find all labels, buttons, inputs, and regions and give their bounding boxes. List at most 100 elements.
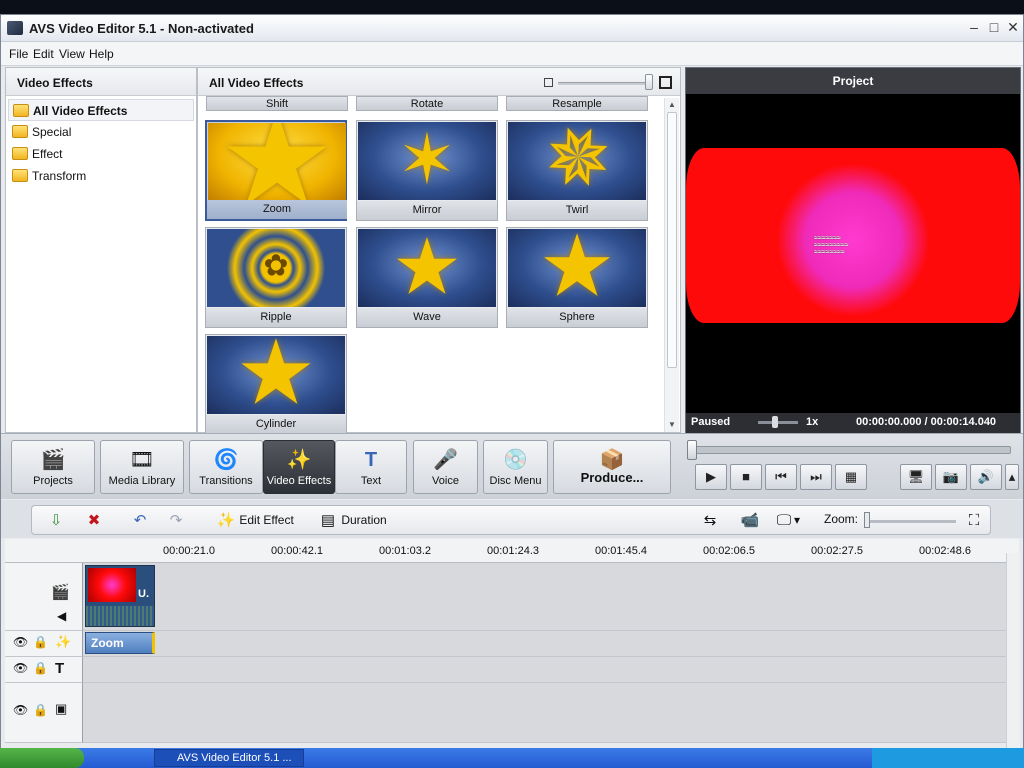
- effect-tile-shift[interactable]: Shift: [206, 96, 348, 111]
- overlay-track[interactable]: [83, 683, 1007, 743]
- redo-button[interactable]: ↷: [166, 512, 186, 532]
- visibility-eye-icon[interactable]: 👁: [13, 661, 28, 675]
- folder-icon: [12, 147, 28, 160]
- display-mode-dropdown[interactable]: 🖵 ▾: [774, 512, 800, 532]
- clip-audio-waveform: [86, 606, 154, 626]
- menu-edit[interactable]: Edit: [33, 47, 54, 61]
- video-track[interactable]: [83, 563, 1007, 631]
- previous-frame-button[interactable]: ⏮: [765, 464, 797, 490]
- media-library-button[interactable]: 🎞 Media Library: [100, 440, 184, 494]
- effects-track[interactable]: [83, 631, 1007, 657]
- maximize-button[interactable]: □: [987, 20, 1001, 34]
- thumbnail-size-slider[interactable]: [558, 82, 650, 85]
- volume-button[interactable]: 🔊: [970, 464, 1002, 490]
- lock-icon[interactable]: 🔒: [33, 635, 48, 649]
- close-button[interactable]: ✕: [1006, 20, 1020, 34]
- thumbnail-size-handle[interactable]: [645, 74, 653, 90]
- edit-effect-button[interactable]: ✨ Edit Effect: [216, 512, 294, 532]
- large-thumbnail-icon[interactable]: [659, 76, 672, 89]
- tree-item-transform[interactable]: Transform: [8, 165, 194, 187]
- tree-header: Video Effects: [6, 68, 196, 96]
- produce-icon: 📦: [599, 449, 625, 471]
- menu-help[interactable]: Help: [89, 47, 114, 61]
- voice-button[interactable]: 🎤 Voice: [413, 440, 478, 494]
- star-icon: ★: [218, 123, 336, 201]
- lock-icon[interactable]: 🔒: [33, 661, 48, 675]
- fit-timeline-button[interactable]: ⛶: [964, 512, 984, 532]
- effect-tile-resample[interactable]: Resample: [506, 96, 648, 111]
- scroll-up-icon[interactable]: ▲: [668, 100, 676, 109]
- effect-tile-ripple[interactable]: ✿ Ripple: [205, 227, 347, 328]
- audio-mute-icon[interactable]: ◀: [57, 609, 66, 623]
- duration-button[interactable]: ▤ Duration: [318, 512, 387, 532]
- delete-button[interactable]: ✖: [84, 512, 104, 532]
- scroll-thumb[interactable]: [667, 112, 677, 368]
- move-down-button[interactable]: ⇩: [46, 512, 66, 532]
- twirl-thumbnail: ✵: [508, 122, 646, 200]
- visibility-eye-icon[interactable]: 👁: [13, 635, 28, 649]
- produce-button[interactable]: 📦 Produce...: [553, 440, 671, 494]
- speed-slider-handle[interactable]: [772, 416, 778, 428]
- cylinder-thumbnail: ★: [207, 336, 345, 414]
- clip-label: U.: [138, 588, 149, 600]
- play-button[interactable]: ▶: [695, 464, 727, 490]
- scroll-down-icon[interactable]: ▼: [668, 420, 676, 429]
- projects-button[interactable]: 🎬 Projects: [11, 440, 95, 494]
- tree-item-special[interactable]: Special: [8, 121, 194, 143]
- transitions-button[interactable]: 🌀 Transitions: [189, 440, 263, 494]
- video-clip[interactable]: U.: [85, 565, 155, 627]
- next-frame-button[interactable]: ⏭: [800, 464, 832, 490]
- start-button[interactable]: [0, 748, 84, 768]
- video-effects-button[interactable]: ✨ Video Effects: [263, 440, 335, 494]
- effects-scrollbar[interactable]: ▲ ▼: [664, 98, 679, 432]
- undo-button[interactable]: ↶: [130, 512, 150, 532]
- sphere-thumbnail: ★: [508, 229, 646, 307]
- zoom-slider-handle[interactable]: [864, 512, 870, 528]
- storyboard-toggle[interactable]: ⇆: [700, 512, 720, 532]
- effect-label: Cylinder: [206, 415, 346, 434]
- edit-effect-icon: ✨: [216, 512, 236, 529]
- effect-tile-zoom[interactable]: ★ Zoom: [205, 120, 347, 221]
- folder-icon: [12, 169, 28, 182]
- taskbar-item-avs[interactable]: AVS Video Editor 5.1 ...: [154, 749, 304, 767]
- mirror-thumbnail: ✶: [358, 122, 496, 200]
- visibility-eye-icon[interactable]: 👁: [13, 703, 28, 717]
- ripple-thumbnail: ✿: [207, 229, 345, 307]
- star-wand-icon: ✨: [286, 449, 312, 471]
- zoom-slider[interactable]: [864, 520, 956, 523]
- text-track-icon: T: [55, 660, 65, 677]
- tree-item-effect[interactable]: Effect: [8, 143, 194, 165]
- tree-item-all-video-effects[interactable]: All Video Effects: [8, 99, 194, 121]
- text-t-icon: T: [364, 449, 378, 471]
- menu-file[interactable]: File: [9, 47, 28, 61]
- seek-handle[interactable]: [687, 440, 697, 460]
- capture-button[interactable]: 📹: [740, 512, 760, 532]
- snapshot-button[interactable]: 📷: [935, 464, 967, 490]
- more-arrow-button[interactable]: ▴: [1005, 464, 1019, 490]
- speed-slider[interactable]: [758, 421, 798, 424]
- disc-menu-button[interactable]: 💿 Disc Menu: [483, 440, 548, 494]
- text-button[interactable]: T Text: [335, 440, 407, 494]
- menu-view[interactable]: View: [59, 47, 85, 61]
- effect-tile-sphere[interactable]: ★ Sphere: [506, 227, 648, 328]
- monitor-button[interactable]: 🖥: [900, 464, 932, 490]
- zoom-effect-clip[interactable]: Zoom: [85, 632, 155, 654]
- stop-button[interactable]: ■: [730, 464, 762, 490]
- text-track[interactable]: [83, 657, 1007, 683]
- minimize-button[interactable]: –: [967, 20, 981, 34]
- playback-seek-bar[interactable]: [691, 446, 1011, 454]
- small-thumbnail-icon[interactable]: [544, 78, 553, 87]
- preview-status-bar: Paused 1x 00:00:00.000 / 00:00:14.040: [686, 413, 1020, 433]
- effect-tile-rotate[interactable]: Rotate: [356, 96, 498, 111]
- timeline-vertical-scrollbar[interactable]: [1006, 553, 1020, 749]
- effect-label: Twirl: [507, 201, 647, 220]
- menu-bar: File Edit View Help: [1, 42, 1023, 66]
- effect-tile-twirl[interactable]: ✵ Twirl: [506, 120, 648, 221]
- effect-tile-cylinder[interactable]: ★ Cylinder: [205, 334, 347, 435]
- effect-tile-mirror[interactable]: ✶ Mirror: [356, 120, 498, 221]
- timeline-ruler[interactable]: 00:00:21.0 00:00:42.1 00:01:03.2 00:01:2…: [5, 539, 1019, 563]
- fullscreen-film-button[interactable]: ▦: [835, 464, 867, 490]
- lock-icon[interactable]: 🔒: [33, 703, 48, 717]
- effect-tile-wave[interactable]: ★ Wave: [356, 227, 498, 328]
- ruler-tick: 00:02:06.5: [703, 545, 755, 557]
